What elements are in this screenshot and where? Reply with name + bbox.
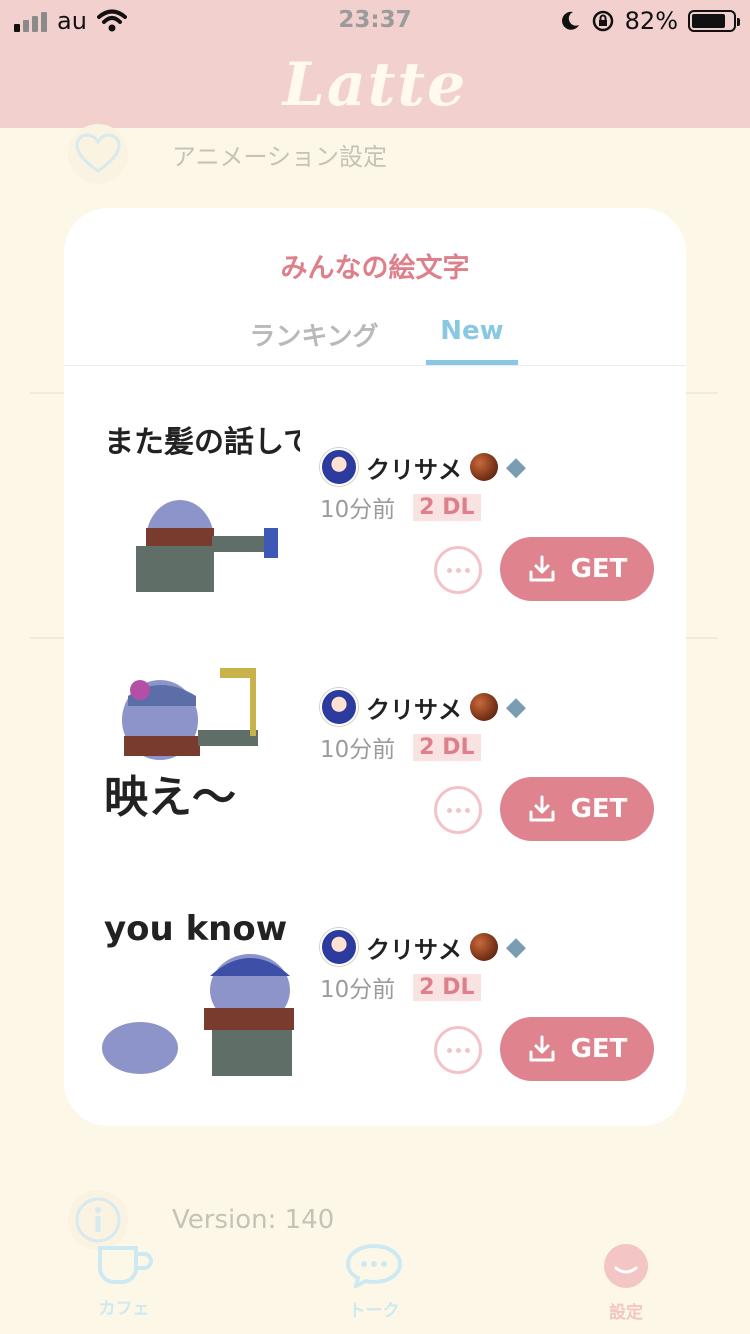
posted-time: 10分前: [320, 977, 396, 1003]
sticker-caption: 映え〜: [104, 772, 236, 823]
chestnut-icon: [470, 933, 498, 961]
chestnut-icon: [470, 693, 498, 721]
app-header: Latte: [0, 42, 750, 128]
sticker-caption: you know: [104, 909, 287, 949]
get-button[interactable]: GET: [500, 1017, 654, 1081]
nav-label-settings: 設定: [609, 1303, 643, 1323]
shark-icon: ◆: [506, 932, 526, 962]
tab-ranking[interactable]: ランキング: [234, 316, 394, 353]
download-count-badge: 2 DL: [413, 733, 481, 761]
avatar[interactable]: [320, 448, 358, 486]
download-icon: [529, 795, 555, 822]
bottom-navigation: カフェ トーク 設定: [0, 1234, 750, 1334]
more-options-button[interactable]: [434, 786, 482, 834]
tab-bar: ランキング New: [64, 308, 686, 366]
modal-title: みんなの絵文字: [280, 253, 470, 284]
sticker-image: 映え〜: [100, 640, 300, 840]
battery-percent: 82%: [624, 7, 678, 35]
author-name: クリサメ: [366, 455, 462, 484]
tab-new[interactable]: New: [426, 316, 518, 346]
get-button[interactable]: GET: [500, 537, 654, 601]
nav-label-cafe: カフェ: [98, 1299, 150, 1319]
more-options-button[interactable]: [434, 1026, 482, 1074]
chestnut-icon: [470, 453, 498, 481]
posted-time: 10分前: [320, 497, 396, 523]
list-item: you know クリサメ ◆ 10分前 2 DL GET: [64, 860, 686, 1100]
nav-item-cafe[interactable]: カフェ: [64, 1242, 184, 1319]
coffee-cup-icon: [98, 1246, 153, 1284]
download-count-badge: 2 DL: [413, 973, 481, 1001]
more-options-button[interactable]: [434, 546, 482, 594]
item-meta: 10分前 2 DL: [320, 490, 481, 524]
active-tab-indicator: [426, 360, 518, 365]
download-icon: [529, 555, 555, 582]
status-bar: au 23:37 82%: [0, 0, 750, 42]
shark-icon: ◆: [506, 692, 526, 722]
download-count-badge: 2 DL: [413, 493, 481, 521]
author-info[interactable]: クリサメ ◆: [320, 928, 526, 966]
battery-icon: [688, 10, 740, 32]
posted-time: 10分前: [320, 737, 396, 763]
download-icon: [529, 1035, 555, 1062]
get-button[interactable]: GET: [500, 777, 654, 841]
avatar[interactable]: [320, 928, 358, 966]
sticker-caption: また髪の話してる。: [104, 425, 300, 460]
settings-face-icon: [604, 1244, 648, 1288]
nav-label-talk: トーク: [348, 1301, 400, 1321]
shark-icon: ◆: [506, 452, 526, 482]
heart-icon: [68, 124, 128, 184]
author-info[interactable]: クリサメ ◆: [320, 448, 526, 486]
get-label: GET: [570, 794, 628, 824]
nav-item-settings[interactable]: 設定: [566, 1242, 686, 1323]
avatar[interactable]: [320, 688, 358, 726]
item-meta: 10分前 2 DL: [320, 730, 481, 764]
version-label: Version: 140: [172, 1205, 335, 1235]
setting-label-animation: アニメーション設定: [172, 142, 388, 171]
get-label: GET: [570, 1034, 628, 1064]
list-item: 映え〜 クリサメ ◆ 10分前 2 DL GET: [64, 620, 686, 860]
get-label: GET: [570, 554, 628, 584]
list-item: また髪の話してる。 クリサメ ◆ 10分前 2 DL GET: [64, 380, 686, 620]
emoji-modal: みんなの絵文字 ランキング New また髪の話してる。 クリサメ ◆ 10分前 …: [64, 208, 686, 1126]
rotation-lock-icon: [592, 10, 613, 32]
author-info[interactable]: クリサメ ◆: [320, 688, 526, 726]
author-name: クリサメ: [366, 935, 462, 964]
author-name: クリサメ: [366, 695, 462, 724]
speech-bubble-icon: [345, 1243, 403, 1290]
setting-row-animation[interactable]: アニメーション設定: [0, 124, 750, 184]
sticker-image: また髪の話してる。: [100, 400, 300, 600]
sticker-image: you know: [100, 880, 300, 1080]
moon-icon: [561, 11, 579, 30]
app-logo: Latte: [282, 50, 468, 120]
item-meta: 10分前 2 DL: [320, 970, 481, 1004]
nav-item-talk[interactable]: トーク: [314, 1242, 434, 1321]
